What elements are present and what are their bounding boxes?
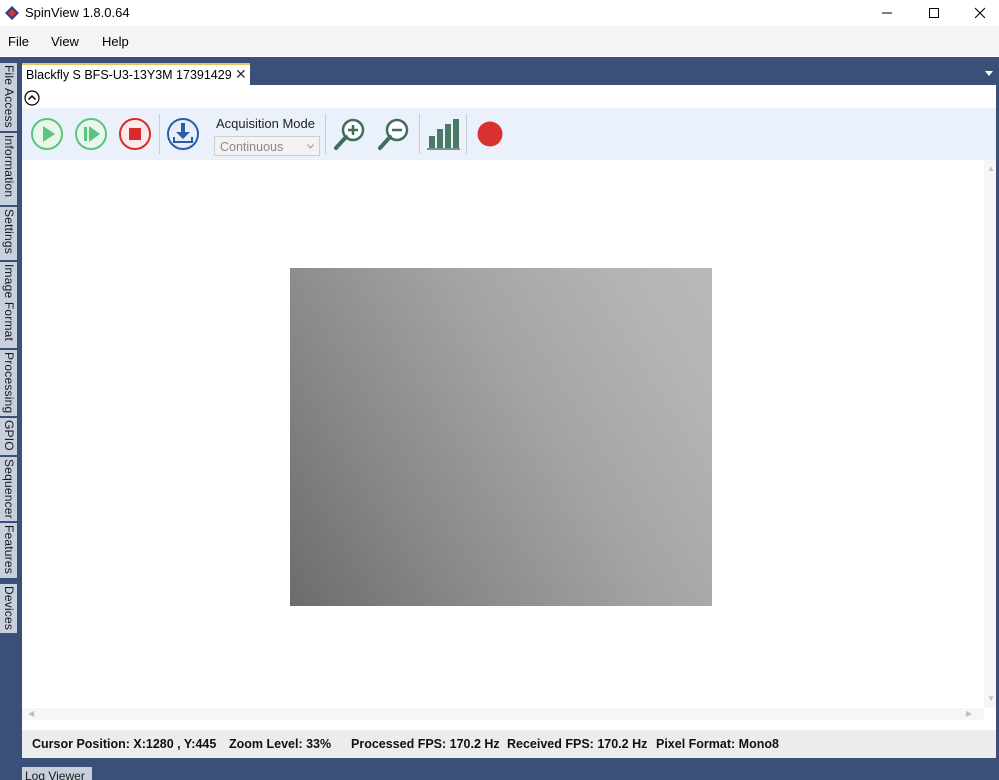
horizontal-scrollbar[interactable]: ◀ ▶: [22, 708, 984, 720]
play-icon: [31, 118, 63, 150]
start-acquisition-button[interactable]: [28, 115, 66, 153]
side-dock-tabs: File Access Information Settings Image F…: [0, 63, 17, 763]
save-image-button[interactable]: [164, 115, 202, 153]
side-tab-file-access[interactable]: File Access: [0, 63, 17, 132]
side-tab-features[interactable]: Features: [0, 523, 17, 579]
scroll-up-icon[interactable]: ▲: [987, 164, 995, 173]
received-fps: Received FPS: 170.2 Hz: [507, 737, 648, 751]
side-tab-settings[interactable]: Settings: [0, 207, 17, 261]
app-logo-icon: [5, 6, 19, 20]
side-tab-processing[interactable]: Processing: [0, 350, 17, 417]
side-tab-label: Image Format: [2, 264, 16, 342]
cursor-position: Cursor Position: X:1280 , Y:445: [32, 737, 217, 751]
side-tab-label: GPIO: [2, 420, 16, 451]
side-tab-label: Features: [2, 525, 16, 574]
toolbar-collapse-row: [22, 85, 996, 108]
camera-document-tab[interactable]: Blackfly S BFS-U3-13Y3M 17391429 ✕: [22, 63, 250, 85]
minimize-button[interactable]: [864, 0, 910, 26]
side-tab-information[interactable]: Information: [0, 133, 17, 206]
single-frame-button[interactable]: [72, 115, 110, 153]
single-frame-icon: [75, 118, 107, 150]
close-window-button[interactable]: [957, 0, 999, 26]
processed-fps: Processed FPS: 170.2 Hz: [351, 737, 500, 751]
toolbar-separator: [419, 114, 420, 154]
stop-icon: [119, 118, 151, 150]
menu-view[interactable]: View: [51, 34, 79, 49]
zoom-in-button[interactable]: [331, 115, 369, 153]
menu-file[interactable]: File: [8, 34, 29, 49]
zoom-level: Zoom Level: 33%: [229, 737, 332, 751]
pixel-format: Pixel Format: Mono8: [656, 737, 779, 751]
log-viewer-label: Log Viewer: [25, 769, 85, 780]
chevron-down-icon: [307, 144, 314, 149]
scroll-down-icon[interactable]: ▼: [987, 694, 995, 703]
side-tab-gpio[interactable]: GPIO: [0, 418, 17, 456]
menu-help[interactable]: Help: [102, 34, 129, 49]
window-title: SpinView 1.8.0.64: [25, 5, 130, 20]
tab-list-dropdown-icon[interactable]: [984, 69, 994, 77]
toolbar-separator: [325, 114, 326, 154]
histogram-button[interactable]: [424, 115, 462, 153]
side-tab-sequencer[interactable]: Sequencer: [0, 457, 17, 522]
acquisition-mode-value: Continuous: [220, 140, 284, 154]
histogram-icon: [427, 119, 460, 150]
side-tab-label: Processing: [2, 352, 16, 414]
record-icon: [477, 121, 503, 147]
log-viewer-tab[interactable]: Log Viewer: [22, 767, 92, 780]
image-viewer[interactable]: [22, 160, 984, 708]
side-tab-label: Settings: [2, 209, 16, 254]
zoom-in-icon: [334, 118, 365, 150]
camera-view-panel: Acquisition Mode Continuous ▲ ▼ ◀ ▶ Curs…: [22, 85, 996, 758]
toolbar-separator: [159, 114, 160, 154]
scroll-right-icon[interactable]: ▶: [966, 709, 972, 718]
acquisition-mode-label: Acquisition Mode: [216, 116, 315, 131]
zoom-out-icon: [378, 118, 409, 150]
minimize-icon: [882, 12, 892, 14]
side-tab-devices[interactable]: Devices: [0, 584, 17, 634]
status-bar: Cursor Position: X:1280 , Y:445 Zoom Lev…: [22, 730, 996, 758]
stop-acquisition-button[interactable]: [116, 115, 154, 153]
zoom-out-button[interactable]: [375, 115, 413, 153]
title-bar: SpinView 1.8.0.64: [0, 0, 999, 26]
maximize-button[interactable]: [911, 0, 957, 26]
acquisition-toolbar: Acquisition Mode Continuous: [22, 108, 996, 160]
save-download-icon: [167, 118, 199, 150]
camera-image[interactable]: [290, 268, 712, 606]
side-tab-label: Information: [2, 135, 16, 198]
side-tab-label: File Access: [2, 65, 16, 128]
close-icon: [974, 7, 986, 19]
side-tab-image-format[interactable]: Image Format: [0, 262, 17, 349]
record-button[interactable]: [469, 115, 507, 153]
maximize-icon: [929, 8, 939, 18]
camera-tab-label: Blackfly S BFS-U3-13Y3M 17391429: [26, 68, 232, 82]
menu-bar: File View Help: [0, 26, 999, 56]
side-tab-label: Devices: [2, 586, 16, 631]
toolbar-separator: [466, 114, 467, 154]
side-tab-label: Sequencer: [2, 459, 16, 519]
vertical-scrollbar[interactable]: ▲ ▼: [984, 160, 996, 708]
close-tab-icon[interactable]: ✕: [235, 67, 249, 81]
acquisition-mode-select[interactable]: Continuous: [214, 136, 320, 156]
collapse-up-icon[interactable]: [24, 90, 40, 106]
scroll-left-icon[interactable]: ◀: [28, 709, 34, 718]
